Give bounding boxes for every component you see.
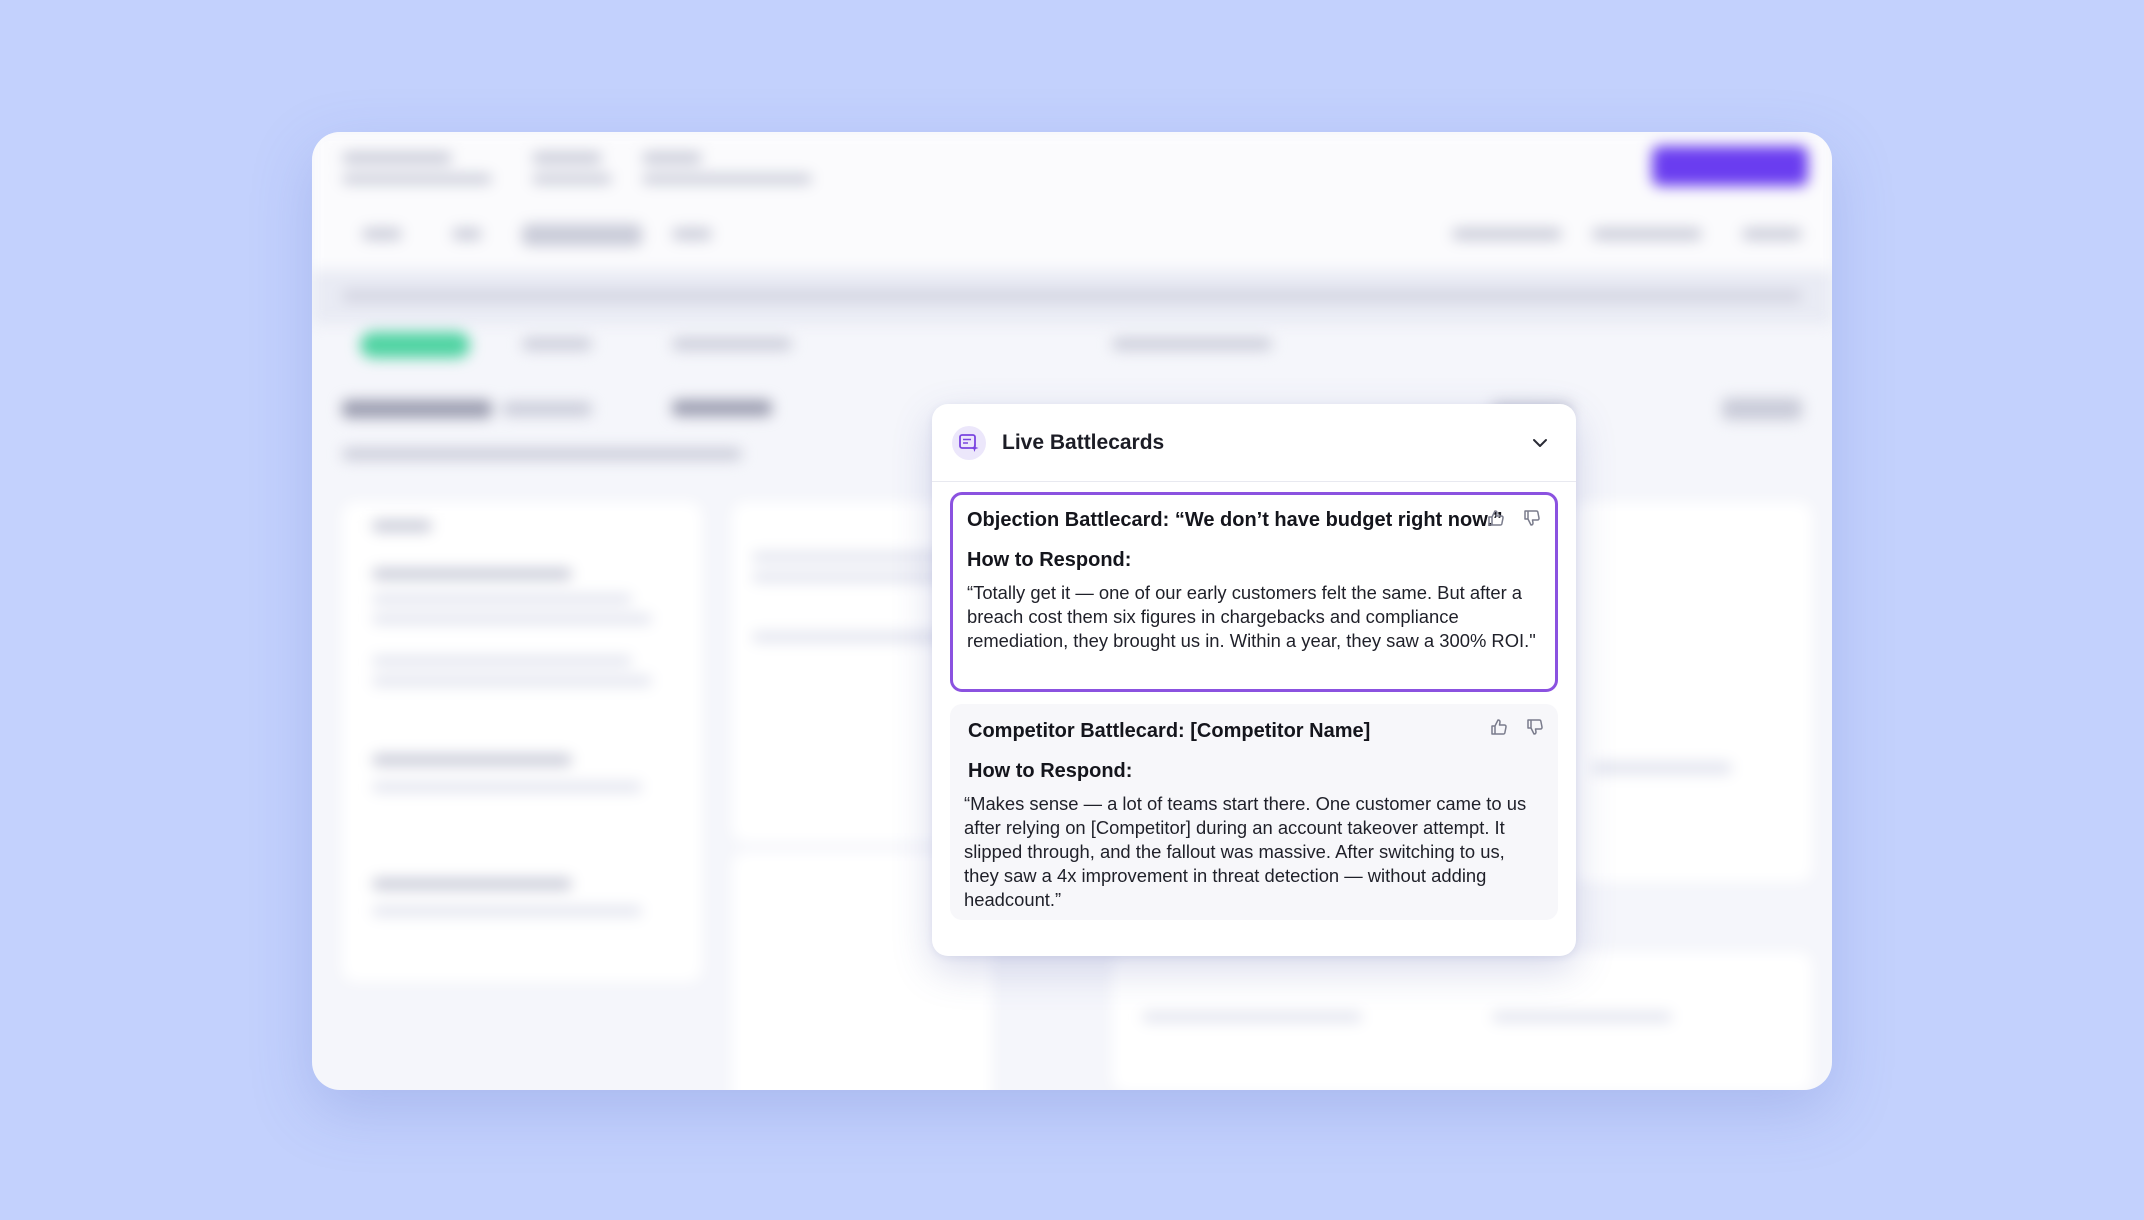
battlecard-sparkle-icon bbox=[952, 425, 986, 460]
chevron-down-icon bbox=[1533, 438, 1547, 447]
battlecard-list: Objection Battlecard: “We don’t have bud… bbox=[932, 482, 1576, 920]
bg-line bbox=[372, 614, 652, 624]
bg-line bbox=[1142, 1012, 1362, 1022]
bg-line bbox=[372, 906, 642, 916]
feedback-actions bbox=[1485, 507, 1543, 529]
panel-title: Live Battlecards bbox=[1002, 430, 1165, 454]
bg-line bbox=[1492, 1012, 1672, 1022]
bg-line bbox=[522, 224, 642, 246]
bg-line bbox=[372, 568, 572, 580]
bg-line bbox=[1742, 228, 1802, 240]
bg-line bbox=[342, 290, 1802, 302]
battlecard-title: Competitor Battlecard: [Competitor Name] bbox=[968, 720, 1371, 742]
bg-line bbox=[452, 228, 482, 240]
panel-header: Live Battlecards bbox=[932, 404, 1576, 482]
bg-line bbox=[1592, 762, 1732, 774]
bg-heading bbox=[342, 400, 492, 418]
live-battlecards-panel: Live Battlecards Objection Battlecard: “… bbox=[932, 404, 1576, 956]
bg-line bbox=[372, 878, 572, 890]
thumbs-up-button[interactable] bbox=[1485, 507, 1507, 529]
bg-line bbox=[672, 228, 712, 240]
bg-line bbox=[672, 400, 772, 416]
bg-line bbox=[372, 594, 632, 604]
feedback-actions bbox=[1488, 716, 1546, 738]
bg-line bbox=[532, 174, 612, 184]
bg-line bbox=[372, 754, 572, 766]
thumbs-up-icon bbox=[1491, 719, 1507, 735]
battlecard-subtitle: How to Respond: bbox=[967, 549, 1132, 571]
bg-line bbox=[1452, 228, 1562, 240]
bg-line bbox=[642, 152, 702, 164]
collapse-button[interactable] bbox=[1524, 427, 1556, 459]
bg-right-panel bbox=[1572, 502, 1812, 882]
thumbs-down-button[interactable] bbox=[1521, 507, 1543, 529]
bg-line bbox=[372, 782, 642, 792]
bg-line bbox=[342, 152, 452, 164]
bg-line bbox=[642, 174, 812, 184]
bg-line bbox=[342, 174, 492, 184]
bg-line bbox=[532, 152, 602, 164]
battlecard-title: Objection Battlecard: “We don’t have bud… bbox=[967, 509, 1503, 531]
bg-line bbox=[752, 552, 952, 562]
bg-tabs bbox=[342, 448, 742, 460]
thumbs-down-icon bbox=[1524, 510, 1540, 526]
thumbs-down-button[interactable] bbox=[1524, 716, 1546, 738]
bg-line bbox=[752, 632, 952, 642]
battlecard-response: “Makes sense — a lot of teams start ther… bbox=[964, 793, 1527, 910]
bg-line bbox=[372, 676, 652, 686]
thumbs-down-icon bbox=[1527, 719, 1543, 735]
battlecard-objection[interactable]: Objection Battlecard: “We don’t have bud… bbox=[950, 492, 1558, 692]
bg-line bbox=[1112, 338, 1272, 350]
battlecard-subtitle: How to Respond: bbox=[968, 760, 1133, 782]
battlecard-response: “Totally get it — one of our early custo… bbox=[967, 582, 1536, 651]
bg-line bbox=[522, 338, 592, 350]
bg-status-pill bbox=[360, 332, 470, 358]
bg-line bbox=[502, 402, 592, 416]
bg-line bbox=[752, 572, 952, 582]
bg-line bbox=[1722, 398, 1802, 420]
bg-line bbox=[1592, 228, 1702, 240]
bg-line bbox=[362, 228, 402, 240]
bg-line bbox=[372, 656, 632, 666]
thumbs-up-icon bbox=[1488, 510, 1504, 526]
thumbs-up-button[interactable] bbox=[1488, 716, 1510, 738]
bg-primary-button bbox=[1652, 146, 1808, 186]
bg-line bbox=[372, 520, 432, 532]
battlecard-competitor[interactable]: Competitor Battlecard: [Competitor Name]… bbox=[950, 704, 1558, 920]
bg-line bbox=[672, 338, 792, 350]
